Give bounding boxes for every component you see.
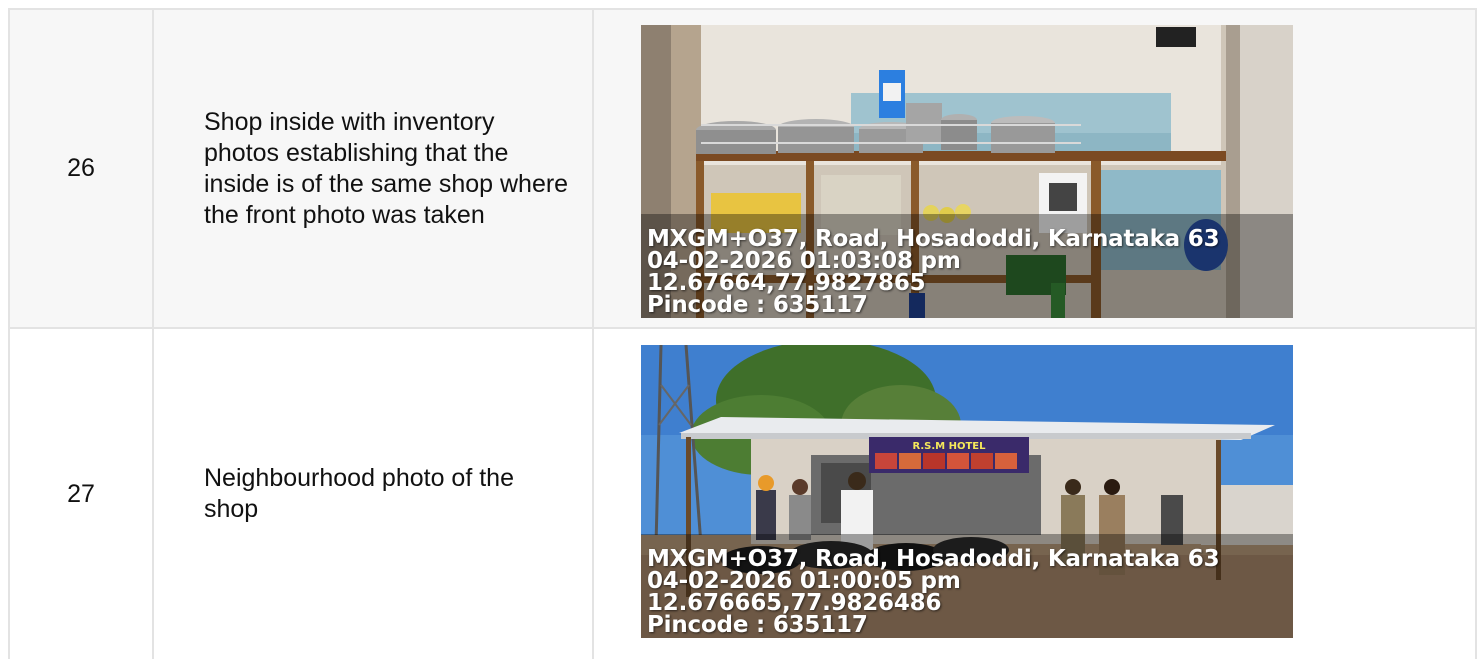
photo-cell: R.S.M HOTEL MXGM+O37, Road, Hosadoddi, K…: [592, 327, 1477, 659]
stamp-address: MXGM+O37, Road, Hosadoddi, Karnataka 63: [647, 546, 1220, 572]
row-description: Shop inside with inventory photos establ…: [152, 8, 594, 329]
stamp-pincode: Pincode : 635117: [647, 612, 868, 638]
photo-geotag-stamp: MXGM+O37, Road, Hosadoddi, Karnataka 63 …: [647, 226, 1220, 318]
stamp-address: MXGM+O37, Road, Hosadoddi, Karnataka 63: [647, 226, 1220, 252]
photo-geotag-stamp: MXGM+O37, Road, Hosadoddi, Karnataka 63 …: [647, 546, 1220, 638]
stamp-datetime: 04-02-2026 01:03:08 pm: [647, 248, 961, 274]
table-row: 27 Neighbourhood photo of the shop R.S.M…: [8, 327, 1477, 659]
evidence-table: 26 Shop inside with inventory photos est…: [8, 8, 1477, 659]
shop-interior-photo: MXGM+O37, Road, Hosadoddi, Karnataka 63 …: [641, 25, 1293, 318]
stamp-coordinates: 12.676665,77.9826486: [647, 590, 942, 616]
stamp-coordinates: 12.67664,77.9827865: [647, 270, 926, 296]
row-description: Neighbourhood photo of the shop: [152, 327, 594, 659]
row-number: 26: [8, 8, 154, 329]
row-number: 27: [8, 327, 154, 659]
stamp-pincode: Pincode : 635117: [647, 292, 868, 318]
shop-exterior-photo: R.S.M HOTEL MXGM+O37, Road, Hosadoddi, K…: [641, 345, 1293, 638]
table-row: 26 Shop inside with inventory photos est…: [8, 8, 1477, 329]
photo-cell: MXGM+O37, Road, Hosadoddi, Karnataka 63 …: [592, 8, 1477, 329]
stamp-datetime: 04-02-2026 01:00:05 pm: [647, 568, 961, 594]
shop-sign-text: R.S.M HOTEL: [912, 441, 986, 452]
